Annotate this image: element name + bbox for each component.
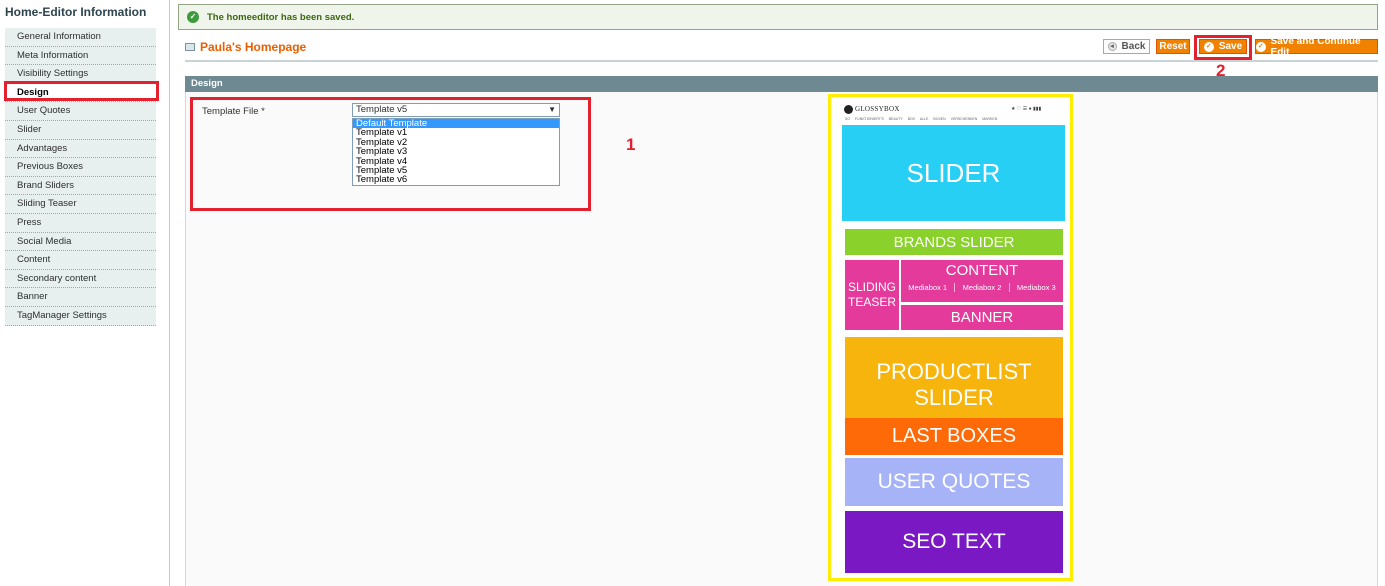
reset-button-label: Reset	[1159, 41, 1187, 52]
sidebar-item-previous-boxes[interactable]: Previous Boxes	[5, 158, 156, 177]
preview-logo: GLOSSYBOX	[855, 105, 900, 113]
page-icon	[185, 43, 195, 51]
back-button-label: Back	[1121, 41, 1146, 52]
sidebar-item-social-media[interactable]: Social Media	[5, 232, 156, 252]
sidebar-item-sliding-teaser[interactable]: Sliding Teaser	[5, 195, 156, 214]
preview-user-quotes-block: USER QUOTES	[845, 458, 1063, 506]
sidebar-item-tagmanager-settings[interactable]: TagManager Settings	[5, 306, 156, 326]
sidebar: Home-Editor Information General Informat…	[0, 0, 170, 586]
sidebar-nav: General Information Meta Information Vis…	[5, 28, 156, 326]
page-title: Paula's Homepage	[200, 40, 307, 54]
teaser-line-1: SLIDING	[847, 280, 896, 294]
sidebar-item-user-quotes[interactable]: User Quotes	[5, 102, 156, 121]
sidebar-item-brand-sliders[interactable]: Brand Sliders	[5, 176, 156, 196]
sidebar-title: Home-Editor Information	[5, 5, 147, 19]
check-icon: ✓	[1256, 41, 1266, 52]
preview-header: GLOSSYBOX ★ ♡ ☰ ● ▮▮▮ SO FUNKTIONIERT'S …	[831, 97, 1070, 125]
logo-icon	[844, 105, 853, 114]
success-message-text: The homeeditor has been saved.	[207, 11, 355, 23]
save-and-continue-label: Save and Continue Edit	[1270, 35, 1361, 58]
preview-brands-slider-block: BRANDS SLIDER	[845, 229, 1063, 255]
preview-sliding-teaser-block: SLIDING TEASER	[845, 260, 899, 330]
productlist-line-2: SLIDER	[914, 385, 994, 410]
sidebar-item-banner[interactable]: Banner	[5, 288, 156, 307]
success-message: ✓ The homeeditor has been saved.	[178, 4, 1378, 30]
preview-banner-block: BANNER	[901, 305, 1063, 330]
preview-content-block: CONTENT Mediabox 1 Mediabox 2 Mediabox 3	[901, 260, 1063, 302]
sidebar-item-content[interactable]: Content	[5, 251, 156, 270]
preview-nav: SO FUNKTIONIERT'S BEAUTY BOX ALLE BOXEN …	[845, 117, 998, 121]
preview-seo-text-block: SEO TEXT	[845, 511, 1063, 573]
preview-last-boxes-block: LAST BOXES	[845, 418, 1063, 455]
section-header-design: Design	[185, 76, 1378, 92]
title-divider	[185, 60, 1378, 62]
content-title: CONTENT	[945, 262, 1019, 279]
check-circle-icon: ✓	[187, 11, 199, 23]
preview-header-icons: ★ ♡ ☰ ● ▮▮▮	[1011, 106, 1042, 112]
mediabox-2: Mediabox 2	[954, 283, 1008, 292]
productlist-line-1: PRODUCTLIST	[876, 359, 1032, 384]
back-button[interactable]: ◂ Back	[1103, 39, 1150, 54]
sidebar-item-slider[interactable]: Slider	[5, 120, 156, 140]
mediabox-row: Mediabox 1 Mediabox 2 Mediabox 3	[901, 283, 1063, 292]
design-highlight-box	[4, 81, 159, 101]
annotation-label-1: 1	[626, 135, 636, 154]
save-highlight-box	[1194, 35, 1252, 60]
sidebar-item-general-information[interactable]: General Information	[5, 28, 156, 47]
reset-button[interactable]: Reset	[1156, 39, 1190, 54]
mediabox-1: Mediabox 1	[908, 283, 948, 292]
template-highlight-box	[190, 97, 591, 211]
sidebar-item-meta-information[interactable]: Meta Information	[5, 46, 156, 66]
teaser-line-2: TEASER	[847, 295, 896, 309]
template-preview: GLOSSYBOX ★ ♡ ☰ ● ▮▮▮ SO FUNKTIONIERT'S …	[828, 94, 1073, 581]
sidebar-item-press[interactable]: Press	[5, 213, 156, 233]
preview-slider-block: SLIDER	[842, 125, 1065, 221]
save-and-continue-button[interactable]: ✓ Save and Continue Edit	[1255, 36, 1378, 58]
sidebar-item-advantages[interactable]: Advantages	[5, 139, 156, 159]
sidebar-item-secondary-content[interactable]: Secondary content	[5, 269, 156, 289]
mediabox-3: Mediabox 3	[1008, 283, 1063, 292]
back-arrow-icon: ◂	[1107, 42, 1117, 51]
